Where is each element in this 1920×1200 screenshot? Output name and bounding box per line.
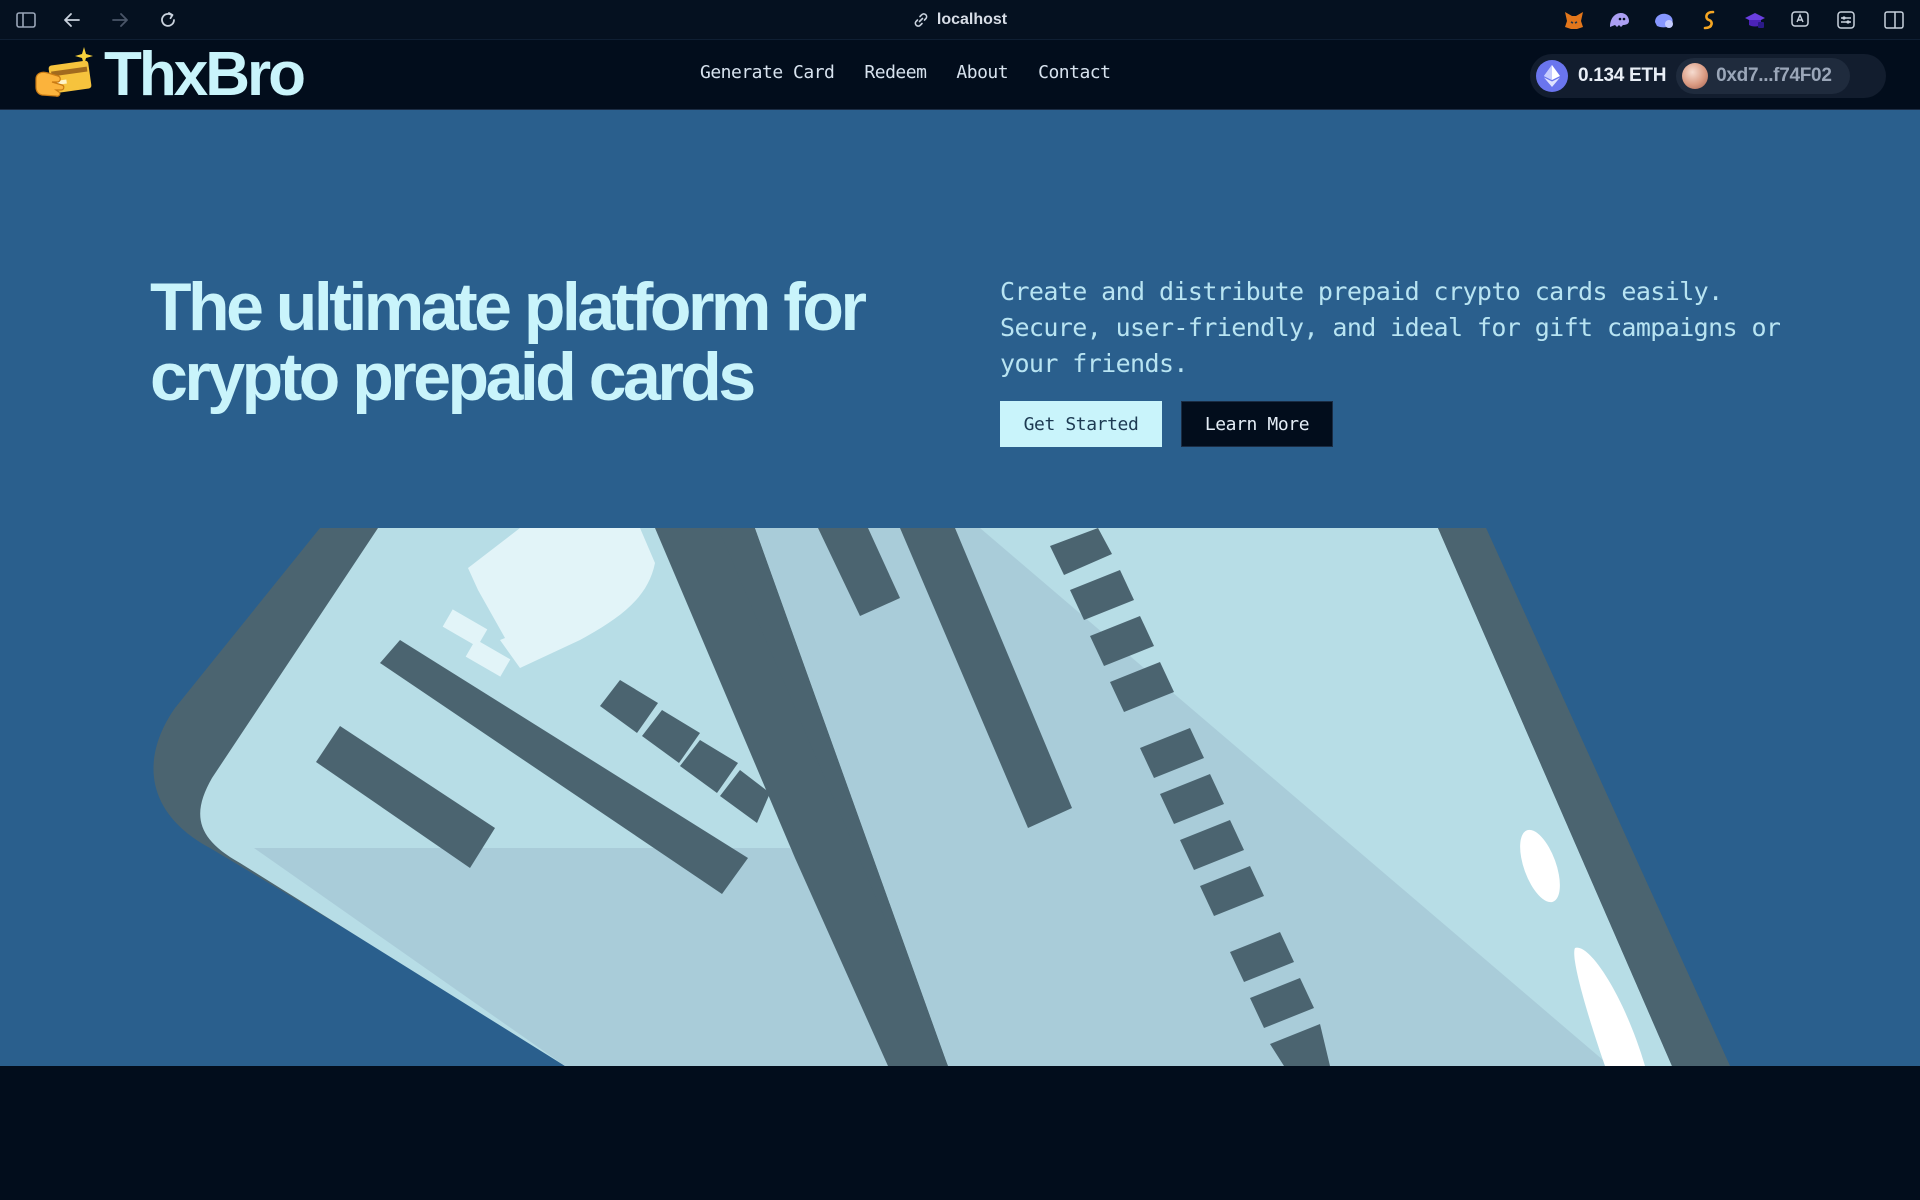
graduation-icon[interactable] xyxy=(1743,8,1767,32)
metamask-icon[interactable] xyxy=(1562,8,1586,32)
reload-icon[interactable] xyxy=(156,8,180,32)
avatar xyxy=(1682,63,1709,89)
page-bottom xyxy=(0,1066,1920,1200)
link-icon xyxy=(914,13,928,27)
main-nav: Generate Card Redeem About Contact xyxy=(700,62,1111,83)
address-bar[interactable]: localhost xyxy=(0,8,1920,32)
swap-icon[interactable] xyxy=(1697,8,1721,32)
get-started-button[interactable]: Get Started xyxy=(1000,401,1162,447)
nav-about[interactable]: About xyxy=(956,62,1008,83)
eth-balance: 0.134 ETH xyxy=(1578,65,1667,86)
back-arrow-icon[interactable] xyxy=(60,8,84,32)
crypto-cards-illustration xyxy=(153,528,1730,1066)
settings-toggle-icon[interactable] xyxy=(1834,8,1858,32)
card-hand-emoji-icon xyxy=(35,47,93,97)
logo[interactable]: ThxBro xyxy=(32,40,306,109)
account-button[interactable]: 0xd7...f74F02 xyxy=(1676,58,1850,94)
nav-generate-card[interactable]: Generate Card xyxy=(700,62,835,83)
wallet-address: 0xd7...f74F02 xyxy=(1716,65,1832,86)
nav-redeem[interactable]: Redeem xyxy=(864,62,927,83)
ethereum-icon xyxy=(1536,60,1568,92)
logo-text: ThxBro xyxy=(104,40,306,109)
translate-icon[interactable] xyxy=(1788,8,1812,32)
forward-arrow-icon[interactable] xyxy=(108,8,132,32)
sidebar-toggle-icon[interactable] xyxy=(14,8,38,32)
url-text[interactable]: localhost xyxy=(937,11,1007,29)
site-header: ThxBro Generate Card Redeem About Contac… xyxy=(0,40,1920,110)
rabby-icon[interactable] xyxy=(1652,8,1676,32)
sidebar-icon[interactable] xyxy=(1882,8,1906,32)
ghost-wallet-icon[interactable] xyxy=(1607,8,1631,32)
wallet-widget[interactable]: 0.134 ETH 0xd7...f74F02 xyxy=(1530,54,1886,98)
hero-headline: The ultimate platform for crypto prepaid… xyxy=(150,269,867,415)
nav-contact[interactable]: Contact xyxy=(1038,62,1111,83)
hero-section: The ultimate platform for crypto prepaid… xyxy=(0,110,1920,1066)
hero-tagline: Create and distribute prepaid crypto car… xyxy=(1000,277,1781,378)
browser-toolbar: localhost xyxy=(0,0,1920,40)
learn-more-button[interactable]: Learn More xyxy=(1181,401,1333,447)
